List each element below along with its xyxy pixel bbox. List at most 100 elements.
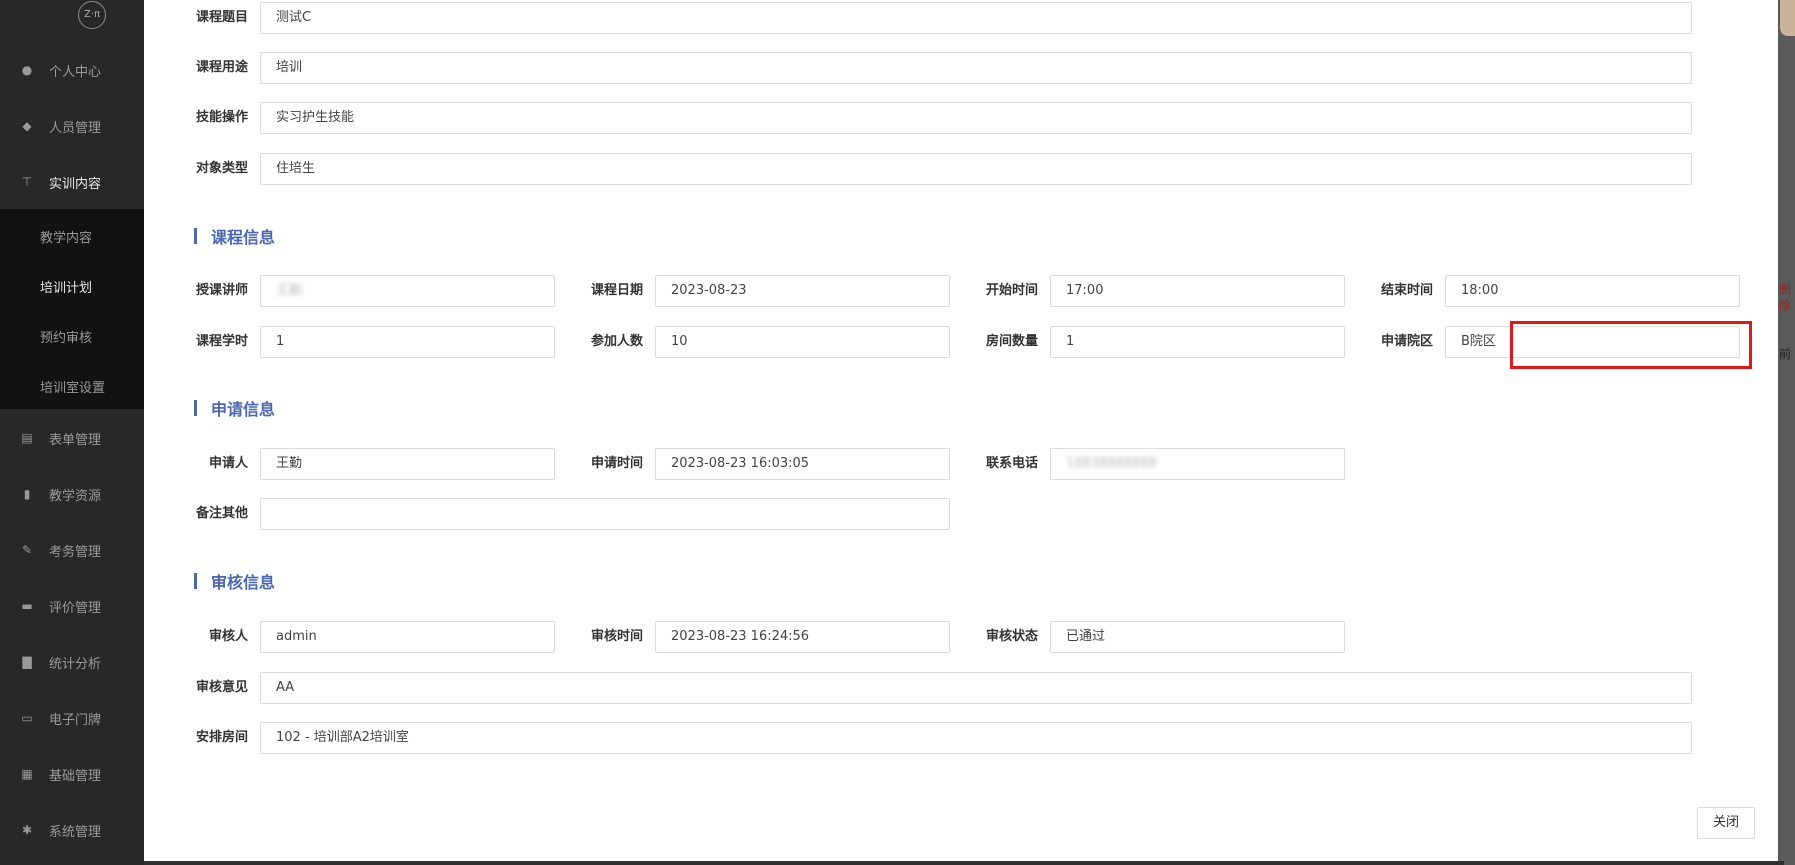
section-title: 申请信息 (211, 400, 276, 419)
sidebar-item-staff[interactable]: ◆ 人员管理 (0, 106, 144, 146)
sidebar-item-label: 表单管理 (49, 432, 102, 448)
sidebar-item-label: 人员管理 (49, 120, 102, 136)
start-time-field[interactable]: 17:00 (1050, 275, 1345, 307)
review-time-field[interactable]: 2023-08-23 16:24:56 (655, 621, 950, 653)
sidebar-item-basic[interactable]: ▦ 基础管理 (0, 754, 144, 794)
section-marker (194, 400, 197, 416)
sidebar-item-label: 考务管理 (49, 544, 102, 560)
sidebar-item-training-content[interactable]: ⊤ 实训内容 (0, 162, 144, 202)
gear-icon: ✱ (21, 823, 33, 837)
sidebar-item-exams[interactable]: ✎ 考务管理 (0, 530, 144, 570)
campus-label: 申请院区 (1380, 334, 1433, 349)
background-text: 前 (1779, 347, 1792, 361)
sidebar-item-evaluation[interactable]: ▬ 评价管理 (0, 586, 144, 626)
campus-highlight-box (1510, 321, 1752, 369)
review-opinion-label: 审核意见 (195, 680, 248, 695)
participants-field[interactable]: 10 (655, 326, 950, 358)
room-label: 安排房间 (195, 730, 248, 745)
apply-time-label: 申请时间 (590, 456, 643, 471)
form-icon: ▤ (21, 431, 33, 445)
course-title-field[interactable]: 测试C (260, 2, 1692, 34)
sidebar-item-label: 电子门牌 (49, 712, 102, 728)
sidebar-item-label: 系统管理 (49, 824, 102, 840)
plan-detail-modal: 课程题目 测试C 课程用途 培训 技能操作 实习护生技能 对象类型 住培生 课程… (144, 0, 1778, 861)
reviewer-field[interactable]: admin (260, 621, 555, 653)
course-date-label: 课程日期 (590, 283, 643, 298)
sidebar-item-statistics[interactable]: ▇ 统计分析 (0, 642, 144, 682)
sidebar-item-door-sign[interactable]: ▭ 电子门牌 (0, 698, 144, 738)
section-course-info: 课程信息 (194, 226, 276, 247)
submenu-item-booking-review[interactable]: 预约审核 (40, 327, 92, 346)
reviewer-label: 审核人 (208, 629, 248, 644)
apply-time-field[interactable]: 2023-08-23 16:03:05 (655, 448, 950, 480)
section-title: 课程信息 (211, 228, 276, 247)
phone-field[interactable]: 18838888888 (1050, 448, 1345, 480)
section-marker (194, 573, 197, 589)
section-title: 审核信息 (211, 573, 276, 592)
participants-label: 参加人数 (590, 334, 643, 349)
sidebar-item-personal-center[interactable]: ● 个人中心 (0, 50, 144, 90)
rating-icon: ▬ (21, 599, 33, 613)
sidebar-item-label: 实训内容 (49, 176, 102, 192)
monitor-icon: ▭ (21, 711, 33, 725)
applicant-field[interactable]: 王勤 (260, 448, 555, 480)
user-icon: ● (21, 63, 33, 77)
avatar[interactable] (1780, 0, 1795, 36)
sidebar-item-teaching-resources[interactable]: ▮ 教学资源 (0, 474, 144, 514)
teacher-label: 授课讲师 (195, 283, 248, 298)
edit-icon: ✎ (21, 543, 33, 557)
book-icon: ▮ (23, 487, 31, 501)
applicant-label: 申请人 (208, 456, 248, 471)
background-page-strip: 删除 前 (1778, 0, 1795, 865)
close-button[interactable]: 关闭 (1697, 807, 1755, 839)
sidebar: Z·π ● 个人中心 ◆ 人员管理 ⊤ 实训内容 教学内容 培训计划 预约审核 … (0, 0, 144, 865)
course-date-field[interactable]: 2023-08-23 (655, 275, 950, 307)
section-apply-info: 申请信息 (194, 398, 276, 419)
course-purpose-label: 课程用途 (195, 60, 248, 75)
remarks-field[interactable] (260, 498, 950, 530)
end-time-field[interactable]: 18:00 (1445, 275, 1740, 307)
sidebar-item-system[interactable]: ✱ 系统管理 (0, 810, 144, 850)
section-review-info: 审核信息 (194, 571, 276, 592)
users-icon: ◆ (22, 119, 32, 133)
remarks-label: 备注其他 (195, 506, 248, 521)
room-count-field[interactable]: 1 (1050, 326, 1345, 358)
submenu-item-room-settings[interactable]: 培训室设置 (40, 377, 105, 396)
course-purpose-field[interactable]: 培训 (260, 52, 1692, 84)
sidebar-item-label: 个人中心 (49, 64, 102, 80)
sidebar-item-label: 教学资源 (49, 488, 102, 504)
review-status-label: 审核状态 (985, 629, 1038, 644)
submenu-item-teaching-content[interactable]: 教学内容 (40, 227, 92, 246)
skill-operation-label: 技能操作 (195, 110, 248, 125)
phone-value: 18838888888 (1066, 456, 1157, 471)
sidebar-item-label: 统计分析 (49, 656, 102, 672)
phone-label: 联系电话 (985, 456, 1038, 471)
class-hours-field[interactable]: 1 (260, 326, 555, 358)
sidebar-item-label: 基础管理 (49, 768, 102, 784)
room-count-label: 房间数量 (985, 334, 1038, 349)
start-time-label: 开始时间 (985, 283, 1038, 298)
course-title-label: 课程题目 (195, 10, 248, 25)
end-time-label: 结束时间 (1380, 283, 1433, 298)
skill-operation-field[interactable]: 实习护生技能 (260, 102, 1692, 134)
logo-icon[interactable]: Z·π (78, 1, 106, 29)
tree-icon: ⊤ (21, 175, 33, 189)
sidebar-item-forms[interactable]: ▤ 表单管理 (0, 418, 144, 458)
sidebar-submenu: 教学内容 培训计划 预约审核 培训室设置 (0, 209, 144, 409)
sidebar-item-label: 评价管理 (49, 600, 102, 616)
teacher-value: 王勤 (276, 283, 303, 298)
delete-link[interactable]: 删除 (1779, 280, 1795, 314)
room-field[interactable]: 102 - 培训部A2培训室 (260, 722, 1692, 754)
target-type-field[interactable]: 住培生 (260, 153, 1692, 185)
target-type-label: 对象类型 (195, 161, 248, 176)
submenu-item-training-plan[interactable]: 培训计划 (40, 277, 92, 296)
background-footer (144, 861, 1784, 865)
bar-chart-icon: ▇ (22, 655, 32, 669)
teacher-field[interactable]: 王勤 (260, 275, 555, 307)
class-hours-label: 课程学时 (195, 334, 248, 349)
review-status-field[interactable]: 已通过 (1050, 621, 1345, 653)
grid-icon: ▦ (21, 767, 33, 781)
review-opinion-field[interactable]: AA (260, 672, 1692, 704)
review-time-label: 审核时间 (590, 629, 643, 644)
section-marker (194, 228, 197, 244)
